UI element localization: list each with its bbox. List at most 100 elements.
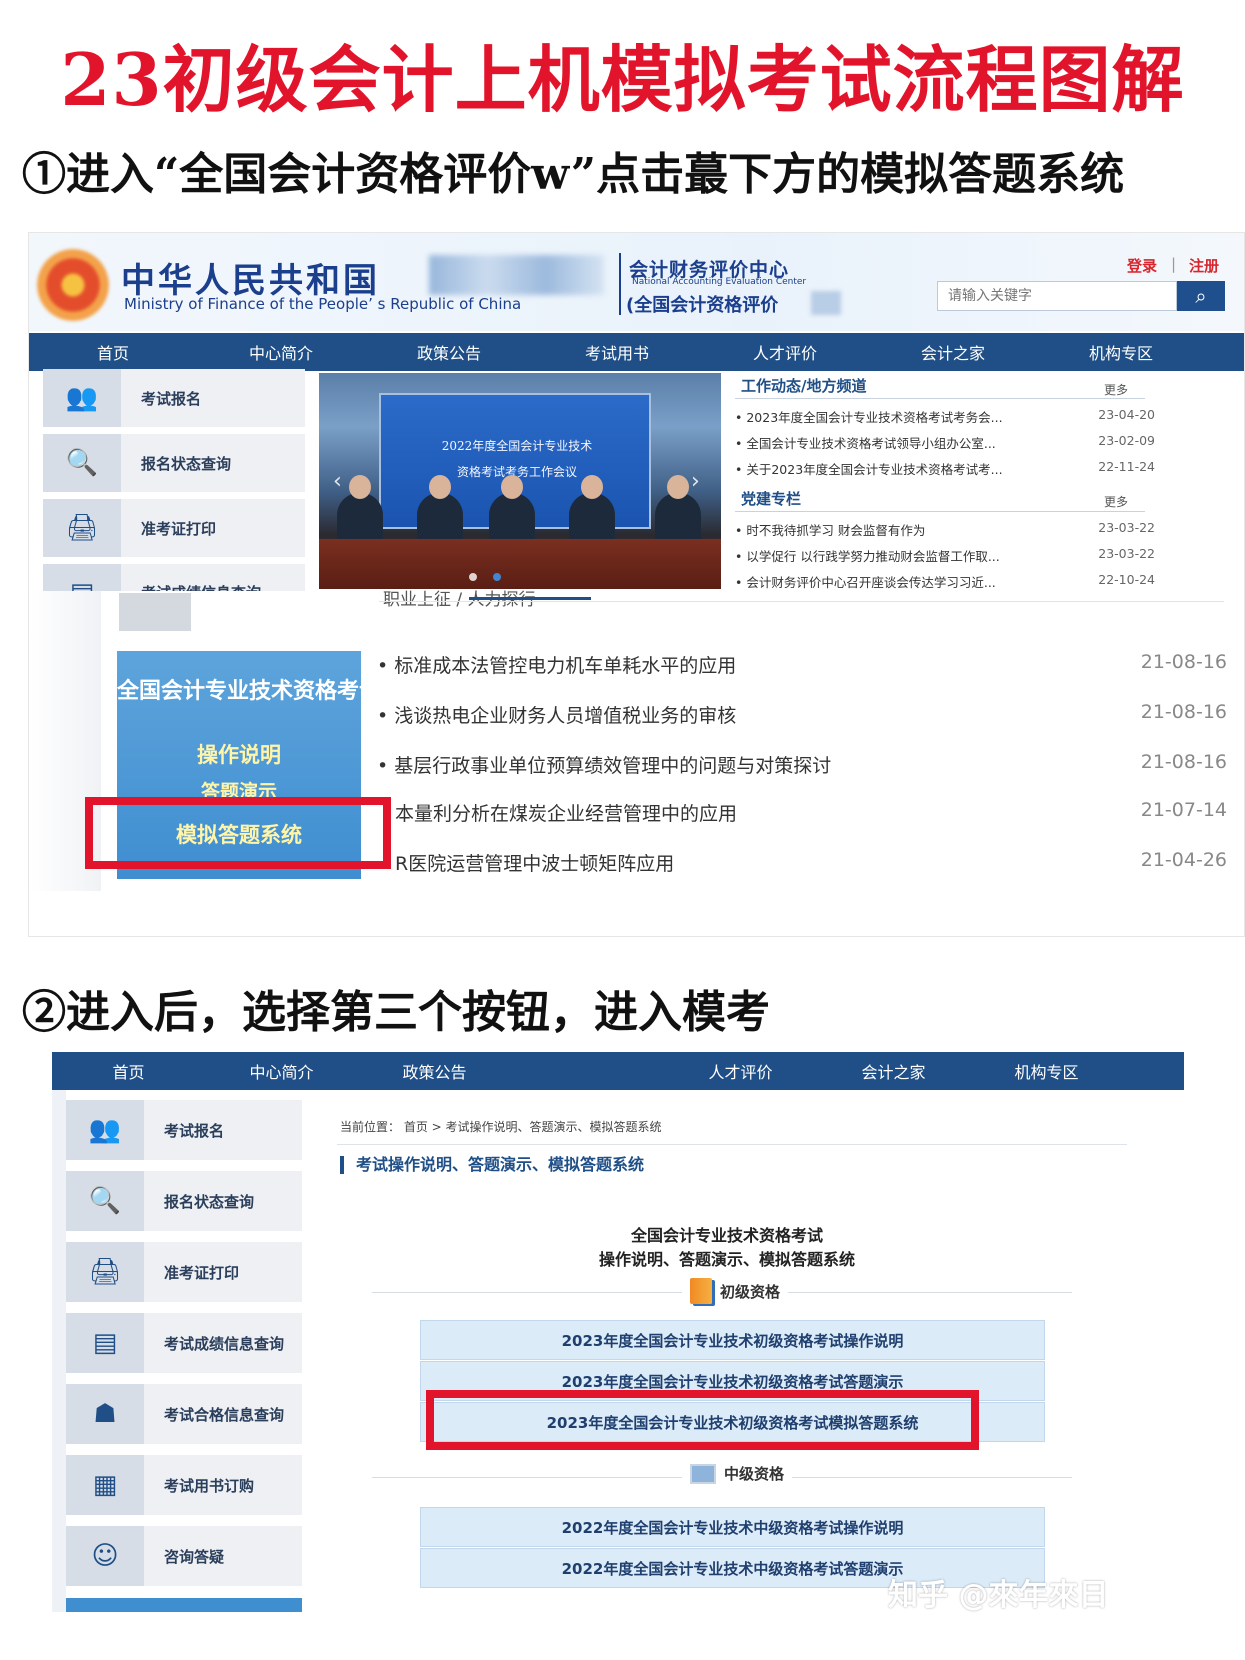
- junior-instructions-button[interactable]: 2023年度全国会计专业技术初级资格考试操作说明: [420, 1320, 1045, 1360]
- nav-item-policy[interactable]: 政策公告: [358, 1059, 511, 1083]
- article-item[interactable]: • 浅谈热电企业财务人员增值税业务的审核 21-08-16: [377, 701, 1227, 728]
- more-link[interactable]: 更多: [1104, 493, 1128, 510]
- users-icon: 👥: [43, 369, 121, 427]
- tab-divider: [379, 601, 1224, 602]
- nav-item-institutions[interactable]: 机构专区: [970, 1059, 1123, 1083]
- sidebar-item-label: 考试成绩信息查询: [141, 584, 262, 594]
- nav-item-about[interactable]: 中心简介: [205, 1059, 358, 1083]
- nav-item-home-of-accounting[interactable]: 会计之家: [869, 340, 1037, 364]
- sidebar-item-admission-print[interactable]: 🖨 准考证打印: [66, 1242, 302, 1302]
- ministry-name-en: Ministry of Finance of the People’ s Rep…: [124, 295, 522, 313]
- nav-item-home[interactable]: 首页: [52, 1059, 205, 1083]
- site-header: 中华人民共和国 Ministry of Finance of the Peopl…: [29, 233, 1244, 331]
- sidebar-item-label: 考试成绩信息查询: [164, 1334, 285, 1353]
- group-label-junior: 初级资格: [682, 1278, 789, 1304]
- sidebar-item-book-order[interactable]: ▦ 考试用书订购: [66, 1455, 302, 1515]
- register-link[interactable]: 注册: [1189, 255, 1219, 276]
- search-icon[interactable]: ⌕: [1177, 281, 1225, 311]
- center-name-en: National Accounting Evaluation Center: [632, 277, 807, 287]
- watermark: 知乎 @來年來日: [888, 1578, 1109, 1613]
- nav-item-talent[interactable]: 人才评价: [664, 1059, 817, 1083]
- sidebar-item-label: 考试用书订购: [164, 1476, 255, 1495]
- sidebar-item-registration[interactable]: 👥 考试报名: [66, 1100, 302, 1160]
- nav-item-home[interactable]: 首页: [29, 340, 197, 364]
- group-label-text: 中级资格: [724, 1465, 785, 1483]
- highlight-box: [85, 797, 391, 869]
- exam-panel-title: 全国会计专业技术资格考试: [117, 679, 382, 704]
- nav-item-books[interactable]: 考试用书: [533, 340, 701, 364]
- carousel-dot-active[interactable]: [493, 573, 501, 581]
- center-subtitle: (全国会计资格评价: [626, 295, 779, 316]
- blurred-text: [811, 291, 841, 315]
- page-title: 23初级会计上机模拟考试流程图解: [60, 37, 1185, 122]
- more-link[interactable]: 更多: [1104, 381, 1128, 398]
- active-tab-indicator: [469, 597, 591, 600]
- sidebar-item-label: 报名状态查询: [164, 1192, 255, 1211]
- news-divider: [735, 398, 1145, 399]
- article-item[interactable]: 本量利分析在煤炭企业经营管理中的应用 21-07-14: [395, 799, 1227, 826]
- login-link[interactable]: 登录: [1127, 255, 1157, 276]
- sidebar-fragment: [119, 593, 191, 631]
- nav-item-about[interactable]: 中心简介: [197, 340, 365, 364]
- sidebar-background: [52, 1090, 66, 1612]
- status-search-icon: 🔍: [43, 434, 121, 492]
- book-icon: ▦: [66, 1455, 144, 1515]
- instructions-link[interactable]: 操作说明: [117, 739, 361, 769]
- sidebar-item-admission-print[interactable]: 🖨 准考证打印: [43, 499, 305, 557]
- sidebar-item-pass-query[interactable]: ☗ 考试合格信息查询: [66, 1384, 302, 1444]
- sidebar-item-label: 考试报名: [164, 1121, 225, 1140]
- banner-table: [319, 539, 721, 589]
- news-section-heading[interactable]: 工作动态/地方频道: [741, 375, 866, 396]
- nav-item-talent[interactable]: 人才评价: [701, 340, 869, 364]
- sidebar-item-consult[interactable]: ☺ 咨询答疑: [66, 1526, 302, 1586]
- system-title-line2: 操作说明、答题演示、模拟答题系统: [598, 1250, 855, 1269]
- search-input[interactable]: [937, 281, 1177, 311]
- intermediate-instructions-button[interactable]: 2022年度全国会计专业技术中级资格考试操作说明: [420, 1507, 1045, 1547]
- nav-item-policy[interactable]: 政策公告: [365, 340, 533, 364]
- status-search-icon: 🔍: [66, 1171, 144, 1231]
- news-item[interactable]: • 关于2023年度全国会计专业技术资格考试考... 22-11-24: [735, 459, 1155, 478]
- certificate-icon: ☗: [66, 1384, 144, 1444]
- sidebar-item-label: 报名状态查询: [141, 454, 232, 473]
- national-emblem-icon: [37, 249, 109, 321]
- news-item[interactable]: • 全国会计专业技术资格考试领导小组办公室... 23-02-09: [735, 433, 1155, 452]
- demo-link[interactable]: 答题演示: [117, 777, 361, 797]
- sidebar-item-status-query[interactable]: 🔍 报名状态查询: [43, 434, 305, 492]
- party-section-heading[interactable]: 党建专栏: [741, 488, 801, 509]
- sidebar-item-score-query[interactable]: ▤ 考试成绩信息查询: [66, 1313, 302, 1373]
- sidebar-item-label: 咨询答疑: [164, 1547, 225, 1566]
- article-item[interactable]: R医院运营管理中波士顿矩阵应用 21-04-26: [395, 849, 1227, 876]
- book-icon: [690, 1278, 712, 1304]
- carousel-prev-icon[interactable]: ‹: [333, 469, 342, 494]
- sidebar-item-score-query[interactable]: ▤ 考试成绩信息查询: [43, 564, 305, 594]
- sidebar-item-label: 准考证打印: [141, 519, 217, 538]
- news-banner-carousel[interactable]: 2022年度全国会计专业技术 资格考试考务工作会议 ‹ ›: [319, 373, 721, 589]
- step-2-caption: ②进入后，选择第三个按钮，进入模考: [22, 987, 770, 1038]
- sidebar-item-status-query[interactable]: 🔍 报名状态查询: [66, 1171, 302, 1231]
- sidebar-item-registration[interactable]: 👥 考试报名: [43, 369, 305, 427]
- breadcrumb: 当前位置： 首页 > 考试操作说明、答题演示、模拟答题系统: [340, 1120, 662, 1134]
- system-title-line1: 全国会计专业技术资格考试: [630, 1226, 823, 1245]
- news-item[interactable]: • 时不我待抓学习 财会监督有作为 23-03-22: [735, 520, 1155, 539]
- score-icon: ▤: [66, 1313, 144, 1373]
- article-item[interactable]: • 标准成本法管控电力机车单耗水平的应用 21-08-16: [377, 651, 1227, 678]
- news-item[interactable]: • 会计财务评价中心召开座谈会传达学习习近... 22-10-24: [735, 572, 1155, 591]
- login-separator: |: [1171, 255, 1177, 273]
- score-icon: ▤: [43, 564, 121, 594]
- carousel-next-icon[interactable]: ›: [691, 469, 700, 494]
- article-item[interactable]: • 基层行政事业单位预算绩效管理中的问题与对策探讨 21-08-16: [377, 751, 1227, 778]
- computer-icon: [690, 1463, 716, 1484]
- header-divider: [619, 253, 621, 315]
- carousel-dot[interactable]: [469, 573, 477, 581]
- sidebar-item-label: 考试合格信息查询: [164, 1405, 285, 1424]
- news-item[interactable]: • 2023年度全国会计专业技术资格考试考务会... 23-04-20: [735, 407, 1155, 426]
- sidebar-item-label: 考试报名: [141, 389, 202, 408]
- nav-item-institutions[interactable]: 机构专区: [1037, 340, 1205, 364]
- banner-text-line1: 2022年度全国会计专业技术: [441, 439, 593, 453]
- section-title: 考试操作说明、答题演示、模拟答题系统: [340, 1156, 644, 1174]
- main-nav: 首页 中心简介 政策公告 人才评价 会计之家 机构专区: [52, 1052, 1184, 1090]
- sidebar-item-label: 准考证打印: [164, 1263, 240, 1282]
- news-item[interactable]: • 以学促行 以行践学努力推动财会监督工作取... 23-03-22: [735, 546, 1155, 565]
- nav-item-home-of-accounting[interactable]: 会计之家: [817, 1059, 970, 1083]
- screenshot-homepage: 中华人民共和国 Ministry of Finance of the Peopl…: [28, 232, 1245, 937]
